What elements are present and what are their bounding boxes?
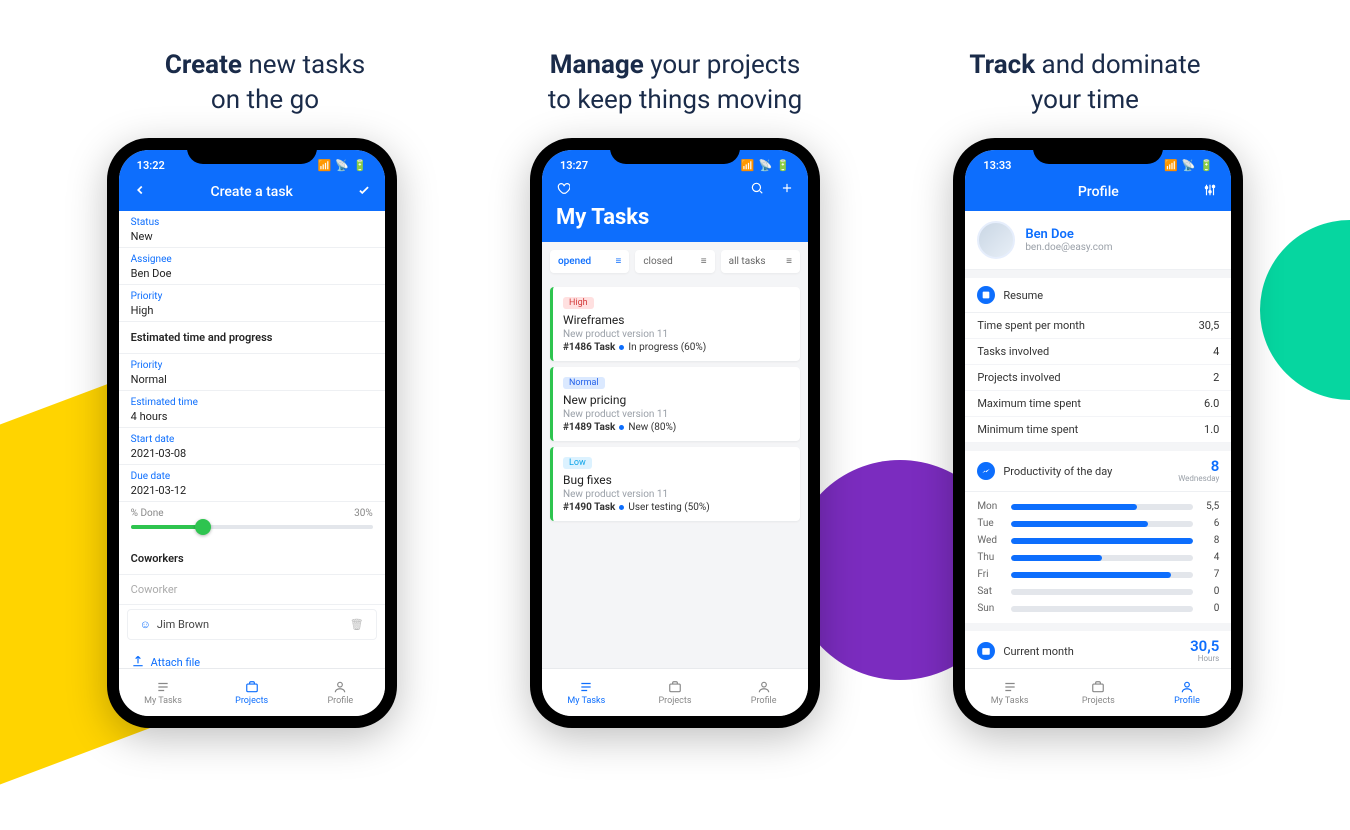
coworker-input[interactable]: Coworker (119, 575, 385, 605)
nav-projects[interactable]: Projects (1054, 669, 1143, 716)
resume-header: Resume (965, 278, 1231, 313)
task-meta: #1490 TaskUser testing (50%) (563, 502, 790, 513)
due-date-field[interactable]: Due date2021-03-12 (119, 465, 385, 502)
resume-row: Tasks involved4 (965, 339, 1231, 365)
tab-opened[interactable]: opened≡ (550, 250, 629, 273)
bottom-nav: My Tasks Projects Profile (542, 668, 808, 716)
upload-icon (131, 654, 145, 668)
status-time: 13:27 (560, 159, 588, 172)
resume-row: Projects involved2 (965, 365, 1231, 391)
battery-icon: 🔋 (776, 159, 790, 172)
resume-row: Maximum time spent6.0 (965, 391, 1231, 417)
task-title: New pricing (563, 393, 790, 407)
task-project: New product version 11 (563, 489, 790, 500)
productivity-icon (977, 462, 995, 480)
nav-projects[interactable]: Projects (207, 669, 296, 716)
nav-my-tasks[interactable]: My Tasks (965, 669, 1054, 716)
headline-manage: Manage your projects to keep things movi… (470, 48, 880, 118)
task-project: New product version 11 (563, 329, 790, 340)
profile-user[interactable]: Ben Doeben.doe@easy.com (965, 211, 1231, 270)
productivity-row: Fri7 (965, 566, 1231, 583)
tab-closed[interactable]: closed≡ (635, 250, 714, 273)
wifi-icon: 📡 (335, 159, 349, 172)
task-card[interactable]: Normal New pricing New product version 1… (550, 367, 800, 441)
task-meta: #1486 TaskIn progress (60%) (563, 342, 790, 353)
phone-create-task: 13:22 📶 📡 🔋 Create a task StatusNew Assi… (107, 138, 397, 728)
battery-icon: 🔋 (353, 159, 367, 172)
priority2-field[interactable]: PriorityNormal (119, 354, 385, 391)
productivity-row: Tue6 (965, 515, 1231, 532)
page-title: Profile (1078, 184, 1119, 200)
task-project: New product version 11 (563, 409, 790, 420)
bottom-nav: My Tasks Projects Profile (119, 668, 385, 716)
coworker-chip[interactable]: ☺Jim Brown 🗑 (127, 609, 377, 640)
productivity-row: Sun0 (965, 600, 1231, 617)
tasks-list: High Wireframes New product version 11 #… (542, 281, 808, 668)
resume-row: Minimum time spent1.0 (965, 417, 1231, 443)
filter-icon: ≡ (701, 256, 707, 267)
section-coworkers: Coworkers (119, 543, 385, 575)
user-icon: ☺ (140, 618, 151, 631)
task-card[interactable]: High Wireframes New product version 11 #… (550, 287, 800, 361)
confirm-icon[interactable] (357, 182, 371, 201)
search-icon[interactable] (750, 180, 764, 199)
headline-create: Create new tasks on the go (60, 48, 470, 118)
productivity-header: Productivity of the day 8Wednesday (965, 451, 1231, 492)
resume-row: Time spent per month30,5 (965, 313, 1231, 339)
plus-icon[interactable] (780, 180, 794, 199)
priority-tag: High (563, 297, 594, 309)
current-month-header: Current month 30,5Hours (965, 631, 1231, 668)
trash-icon[interactable]: 🗑 (350, 618, 364, 631)
battery-icon: 🔋 (1200, 159, 1214, 172)
phone-profile: 13:33 📶 📡 🔋 Profile Ben Doeben.doe@easy.co… (953, 138, 1243, 728)
page-title: My Tasks (556, 205, 794, 230)
task-title: Wireframes (563, 313, 790, 327)
section-estimated: Estimated time and progress (119, 322, 385, 354)
favorite-icon[interactable] (556, 180, 570, 199)
productivity-row: Mon5,5 (965, 498, 1231, 515)
priority-tag: Normal (563, 377, 605, 389)
priority-tag: Low (563, 457, 592, 469)
bottom-nav: My Tasks Projects Profile (965, 668, 1231, 716)
nav-my-tasks[interactable]: My Tasks (542, 669, 631, 716)
filter-icon: ≡ (615, 256, 621, 267)
assignee-field[interactable]: AssigneeBen Doe (119, 248, 385, 285)
productivity-row: Thu4 (965, 549, 1231, 566)
nav-projects[interactable]: Projects (631, 669, 720, 716)
settings-icon[interactable] (1203, 182, 1217, 201)
create-task-header: Create a task (119, 176, 385, 211)
priority-field[interactable]: PriorityHigh (119, 285, 385, 322)
back-icon[interactable] (133, 182, 147, 201)
productivity-row: Sat0 (965, 583, 1231, 600)
start-date-field[interactable]: Start date2021-03-08 (119, 428, 385, 465)
productivity-row: Wed8 (965, 532, 1231, 549)
status-field[interactable]: StatusNew (119, 211, 385, 248)
nav-profile[interactable]: Profile (719, 669, 808, 716)
task-card[interactable]: Low Bug fixes New product version 11 #14… (550, 447, 800, 521)
calendar-icon (977, 642, 995, 660)
status-time: 13:22 (137, 159, 165, 172)
nav-profile[interactable]: Profile (296, 669, 385, 716)
task-meta: #1489 TaskNew (80%) (563, 422, 790, 433)
avatar (977, 221, 1015, 259)
tab-all-tasks[interactable]: all tasks≡ (721, 250, 800, 273)
wifi-icon: 📡 (1182, 159, 1196, 172)
task-filter-tabs: opened≡ closed≡ all tasks≡ (542, 242, 808, 281)
nav-profile[interactable]: Profile (1143, 669, 1232, 716)
signal-icon: 📶 (1164, 159, 1178, 172)
resume-icon (977, 286, 995, 304)
filter-icon: ≡ (786, 256, 792, 267)
page-title: Create a task (210, 184, 292, 200)
wifi-icon: 📡 (759, 159, 773, 172)
task-title: Bug fixes (563, 473, 790, 487)
headline-track: Track and dominate your time (880, 48, 1290, 118)
phone-my-tasks: 13:27 📶 📡🔋 My Tasks opened≡ closed≡ all t… (530, 138, 820, 728)
progress-slider[interactable]: % Done30% (119, 502, 385, 543)
attach-file-button[interactable]: Attach file (119, 644, 385, 668)
estimated-time-field[interactable]: Estimated time4 hours (119, 391, 385, 428)
signal-icon: 📶 (318, 159, 332, 172)
signal-icon: 📶 (741, 159, 755, 172)
status-time: 13:33 (983, 159, 1011, 172)
nav-my-tasks[interactable]: My Tasks (119, 669, 208, 716)
